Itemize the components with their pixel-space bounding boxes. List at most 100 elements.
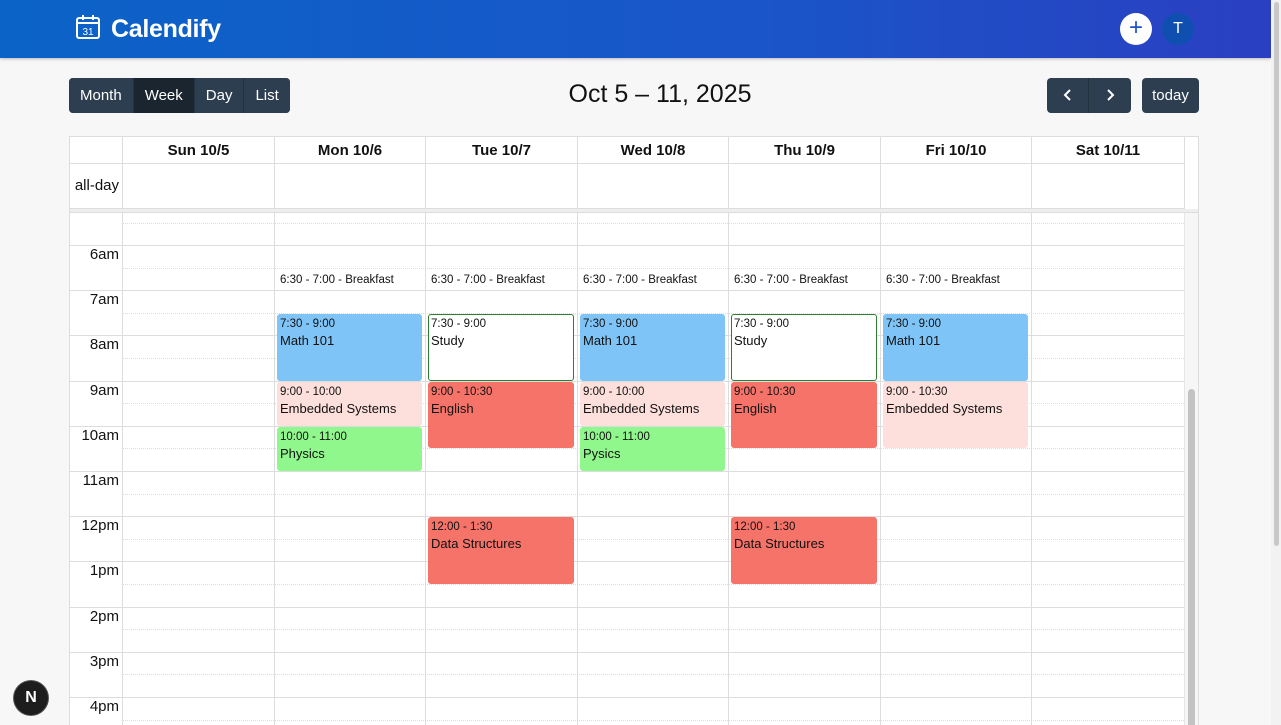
hour-line (70, 516, 1184, 518)
avatar[interactable]: T (1162, 13, 1194, 45)
hour-label: 9am (89, 381, 119, 399)
allday-label: all-day (74, 177, 119, 194)
event-title: Embedded Systems (583, 400, 700, 416)
day-header[interactable]: Fri 10/10 (880, 137, 1031, 164)
event-title: Math 101 (280, 332, 335, 348)
hour-label: 12pm (81, 517, 119, 535)
day-header[interactable]: Tue 10/7 (425, 137, 577, 164)
event-time: 12:00 - 1:30 (734, 521, 796, 534)
event-title: English (431, 400, 474, 416)
hour-line (70, 606, 1184, 608)
day-header[interactable]: Thu 10/9 (728, 137, 880, 164)
hour-line (70, 651, 1184, 653)
calendar-event[interactable]: 7:30 - 9:00 Math 101 (277, 313, 422, 381)
calendar-icon: 31 (75, 14, 101, 45)
calendar-event[interactable]: 9:00 - 10:00 Embedded Systems (277, 381, 422, 426)
calendar-event[interactable]: 7:30 - 9:00 Math 101 (580, 313, 725, 381)
calendar-event[interactable]: 6:30 - 7:00 - Breakfast (883, 273, 1000, 287)
allday-cell[interactable] (577, 164, 728, 209)
day-header[interactable]: Mon 10/6 (274, 137, 425, 164)
event-time: 7:30 - 9:00 (886, 317, 941, 330)
event-time: 7:30 - 9:00 (734, 317, 789, 330)
calendar-event[interactable]: 12:00 - 1:30 Data Structures (428, 517, 574, 584)
calendar-scrollbar-thumb[interactable] (1188, 389, 1195, 725)
event-title: Embedded Systems (886, 400, 1003, 416)
hour-label: 1pm (89, 562, 119, 580)
add-event-button[interactable]: + (1120, 13, 1152, 45)
event-title: Math 101 (886, 332, 941, 348)
hour-label: 2pm (89, 607, 119, 625)
event-title: English (734, 400, 777, 416)
event-time: 7:30 - 9:00 (280, 317, 335, 330)
day-header[interactable]: Wed 10/8 (577, 137, 728, 164)
hour-label: 3pm (89, 652, 119, 670)
calendar-event[interactable]: 9:00 - 10:30 English (731, 381, 877, 449)
hour-label: 4pm (89, 698, 119, 715)
week-calendar: Sun 10/5 Mon 10/6 Tue 10/7 Wed 10/8 Thu … (69, 136, 1199, 725)
next-dev-badge[interactable]: N (14, 681, 48, 715)
half-hour-line (122, 719, 1184, 721)
event-title: Pysics (583, 445, 621, 461)
event-title: Study (734, 332, 768, 348)
hour-line (70, 245, 1184, 246)
allday-cell[interactable] (274, 164, 425, 209)
allday-cell[interactable] (728, 164, 880, 209)
event-title: Math 101 (583, 332, 638, 348)
half-hour-line (122, 223, 1184, 225)
view-month-button[interactable]: Month (69, 78, 134, 113)
event-time: 9:00 - 10:00 (583, 385, 645, 398)
hour-label: 8am (89, 336, 119, 354)
allday-cell[interactable] (880, 164, 1031, 209)
app-name: Calendify (111, 14, 221, 43)
hour-label: 11am (82, 472, 119, 489)
prev-button[interactable] (1047, 78, 1089, 113)
allday-cell[interactable] (122, 164, 274, 209)
hour-line (70, 290, 1184, 292)
page-scrollbar-thumb[interactable] (1274, 2, 1279, 546)
event-time: 9:00 - 10:30 (886, 385, 948, 398)
view-week-button[interactable]: Week (133, 78, 195, 113)
chevron-right-icon (1107, 89, 1115, 101)
event-title: Study (431, 332, 465, 348)
brand[interactable]: 31 Calendify (75, 13, 221, 45)
allday-cell[interactable] (425, 164, 577, 209)
half-hour-line (122, 493, 1184, 495)
logo-day: 31 (82, 27, 94, 38)
calendar-event[interactable]: 9:00 - 10:30 English (428, 381, 574, 449)
calendar-event[interactable]: 7:30 - 9:00 Math 101 (883, 313, 1028, 381)
next-button[interactable] (1089, 78, 1131, 113)
event-title: Data Structures (734, 536, 825, 552)
allday-cell[interactable] (1031, 164, 1184, 209)
half-hour-line (122, 267, 1184, 269)
event-time: 7:30 - 9:00 (431, 317, 486, 330)
hour-line (70, 471, 1184, 472)
calendar-event[interactable]: 9:00 - 10:30 Embedded Systems (883, 381, 1028, 449)
chevron-left-icon (1063, 89, 1071, 101)
event-time: 9:00 - 10:00 (280, 385, 342, 398)
hour-line (70, 561, 1184, 563)
hour-label: 7am (89, 291, 119, 309)
calendar-event[interactable]: 12:00 - 1:30 Data Structures (731, 517, 877, 584)
view-day-button[interactable]: Day (194, 78, 245, 113)
event-title: Physics (280, 445, 325, 461)
day-header[interactable]: Sun 10/5 (122, 137, 274, 164)
event-time: 12:00 - 1:30 (431, 521, 493, 534)
event-time: 10:00 - 11:00 (583, 430, 650, 443)
today-button[interactable]: today (1142, 78, 1199, 113)
calendar-event[interactable]: 6:30 - 7:00 - Breakfast (580, 273, 697, 287)
calendar-event[interactable]: 7:30 - 9:00 Study (428, 313, 574, 381)
half-hour-line (122, 629, 1184, 631)
half-hour-line (122, 674, 1184, 676)
view-list-button[interactable]: List (244, 78, 290, 113)
calendar-event[interactable]: 6:30 - 7:00 - Breakfast (277, 273, 394, 287)
day-header[interactable]: Sat 10/11 (1031, 137, 1184, 164)
event-time: 10:00 - 11:00 (280, 430, 347, 443)
day-header-row: Sun 10/5 Mon 10/6 Tue 10/7 Wed 10/8 Thu … (70, 137, 1184, 164)
calendar-event[interactable]: 7:30 - 9:00 Study (731, 313, 877, 381)
calendar-event[interactable]: 10:00 - 11:00 Physics (277, 426, 422, 471)
calendar-event[interactable]: 6:30 - 7:00 - Breakfast (428, 273, 545, 287)
calendar-event[interactable]: 10:00 - 11:00 Pysics (580, 426, 725, 471)
calendar-event[interactable]: 6:30 - 7:00 - Breakfast (731, 273, 848, 287)
calendar-event[interactable]: 9:00 - 10:00 Embedded Systems (580, 381, 725, 426)
time-grid[interactable]: 6am 7am 8am 9am 10am 11am 12pm 1pm 2pm 3pm 4pm 6:30… (70, 213, 1185, 725)
